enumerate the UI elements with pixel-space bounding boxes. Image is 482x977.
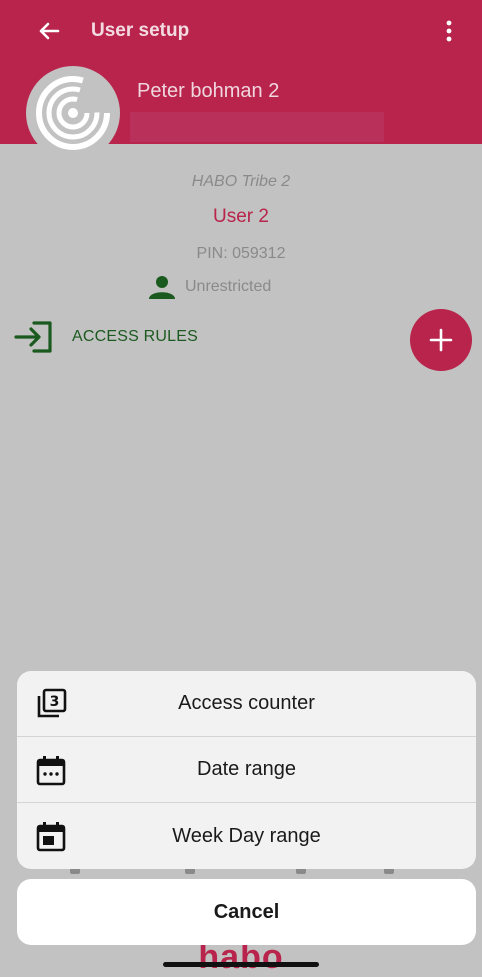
action-access-counter[interactable]: 3 Access counter [17,671,476,737]
restriction-label: Unrestricted [185,278,272,295]
restriction-status: Unrestricted [147,275,271,299]
access-rules-label: ACCESS RULES [72,328,198,345]
name-field-underline [130,112,384,142]
calendar-dots-icon [35,754,67,786]
more-vertical-icon [446,20,452,42]
action-date-range[interactable]: Date range [17,737,476,803]
user-name[interactable]: Peter bohman 2 [137,80,279,103]
back-button[interactable] [32,14,66,48]
svg-text:3: 3 [50,694,60,710]
overflow-menu-button[interactable] [436,14,462,48]
arrow-left-icon [39,22,60,40]
add-access-rule-button[interactable] [410,309,472,371]
avatar [26,66,120,160]
action-label: Week Day range [172,824,321,847]
plus-icon [429,328,453,352]
page-title: User setup [91,20,190,41]
action-label: Access counter [178,692,315,714]
counter-3-icon: 3 [35,688,67,720]
home-indicator [163,962,319,967]
calendar-block-icon [35,820,67,852]
action-week-day-range[interactable]: Week Day range [17,803,476,869]
lock-name: HABO Tribe 2 [191,173,291,190]
rule-type-action-sheet: 3 Access counter Date range Week Day ran… [17,671,476,869]
action-label: Date range [197,758,296,780]
pin-code: PIN: 059312 [196,245,286,262]
access-rules-section: ACCESS RULES [14,320,198,354]
fingerprint-lock-icon [36,76,110,150]
person-icon [149,276,175,299]
login-icon [14,321,52,353]
cancel-button[interactable]: Cancel [17,879,476,945]
user-label: User 2 [213,206,269,227]
